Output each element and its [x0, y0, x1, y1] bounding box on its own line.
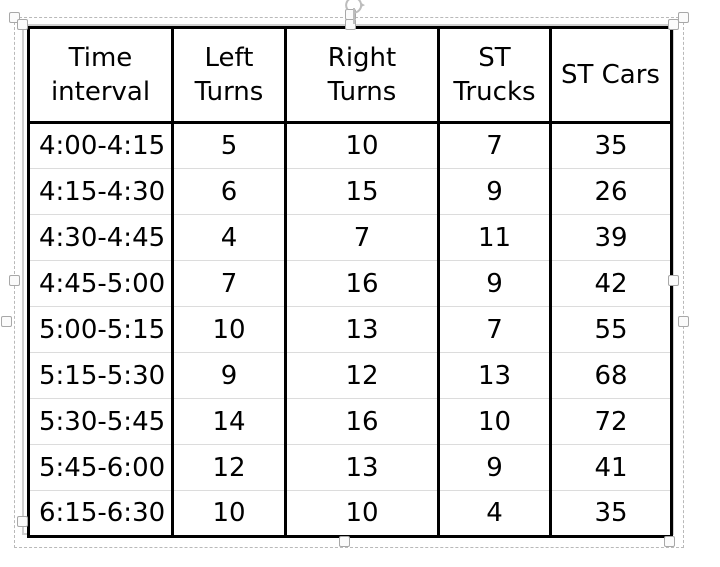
table-row: 4:15-4:30 6 15 9 26 [27, 168, 673, 215]
cell-right_turns[interactable]: 13 [285, 444, 440, 491]
cell-st_trucks[interactable]: 13 [438, 352, 552, 399]
table-row: 5:00-5:15 10 13 7 55 [27, 306, 673, 353]
cell-time_interval[interactable]: 5:45-6:00 [27, 444, 174, 491]
column-header-st-cars[interactable]: ST Cars [550, 26, 673, 124]
cell-left_turns[interactable]: 6 [172, 168, 287, 215]
cell-st_trucks[interactable]: 7 [438, 122, 552, 169]
table-body: 4:00-4:15 5 10 7 35 4:15-4:30 6 15 9 26 4:30-4:45 4… [27, 122, 673, 538]
cell-st_cars[interactable]: 26 [550, 168, 673, 215]
cell-right_turns[interactable]: 13 [285, 306, 440, 353]
cell-st_cars[interactable]: 68 [550, 352, 673, 399]
cell-time_interval[interactable]: 6:15-6:30 [27, 490, 174, 538]
table-row: 4:45-5:00 7 16 9 42 [27, 260, 673, 307]
cell-time_interval[interactable]: 4:45-5:00 [27, 260, 174, 307]
handle-table-middle-right[interactable] [668, 275, 679, 286]
column-header-right-turns[interactable]: Right Turns [285, 26, 440, 124]
cell-right_turns[interactable]: 7 [285, 214, 440, 261]
cell-st_trucks[interactable]: 11 [438, 214, 552, 261]
table-header-row: Time interval Left Turns Right Turns ST … [27, 26, 673, 124]
column-header-time-interval-line-1: Time [68, 42, 133, 73]
column-header-right-turns-line-1: Right [327, 42, 397, 73]
rotation-handle-stem [353, 8, 355, 24]
column-header-st-trucks-line-1: ST [478, 42, 511, 73]
handle-table-top-left[interactable] [17, 19, 28, 30]
slide-canvas[interactable]: Time interval Left Turns Right Turns ST … [0, 0, 720, 567]
cell-st_trucks[interactable]: 9 [438, 444, 552, 491]
traffic-count-table[interactable]: Time interval Left Turns Right Turns ST … [27, 26, 673, 538]
column-header-st-trucks-line-2: Trucks [453, 77, 536, 107]
column-header-st-cars-line-1: ST Cars [561, 59, 660, 90]
cell-left_turns[interactable]: 9 [172, 352, 287, 399]
cell-left_turns[interactable]: 5 [172, 122, 287, 169]
cell-right_turns[interactable]: 10 [285, 490, 440, 538]
table-row: 6:15-6:30 10 10 4 35 [27, 490, 673, 538]
cell-st_cars[interactable]: 42 [550, 260, 673, 307]
cell-time_interval[interactable]: 4:15-4:30 [27, 168, 174, 215]
cell-left_turns[interactable]: 4 [172, 214, 287, 261]
handle-table-bottom-left[interactable] [17, 516, 28, 527]
cell-right_turns[interactable]: 16 [285, 398, 440, 445]
cell-right_turns[interactable]: 16 [285, 260, 440, 307]
cell-st_cars[interactable]: 35 [550, 122, 673, 169]
table-row: 4:00-4:15 5 10 7 35 [27, 122, 673, 169]
cell-st_trucks[interactable]: 10 [438, 398, 552, 445]
cell-st_cars[interactable]: 39 [550, 214, 673, 261]
cell-st_trucks[interactable]: 9 [438, 260, 552, 307]
rotation-handle[interactable] [340, 0, 370, 26]
handle-table-bottom-center[interactable] [339, 536, 350, 547]
cell-time_interval[interactable]: 4:00-4:15 [27, 122, 174, 169]
cell-right_turns[interactable]: 15 [285, 168, 440, 215]
cell-time_interval[interactable]: 4:30-4:45 [27, 214, 174, 261]
cell-time_interval[interactable]: 5:30-5:45 [27, 398, 174, 445]
cell-time_interval[interactable]: 5:15-5:30 [27, 352, 174, 399]
table-row: 4:30-4:45 4 7 11 39 [27, 214, 673, 261]
cell-left_turns[interactable]: 12 [172, 444, 287, 491]
cell-st_cars[interactable]: 35 [550, 490, 673, 538]
column-header-time-interval[interactable]: Time interval [27, 26, 174, 124]
column-header-st-trucks[interactable]: ST Trucks [438, 26, 552, 124]
column-header-left-turns[interactable]: Left Turns [172, 26, 287, 124]
handle-table-bottom-right[interactable] [664, 536, 675, 547]
cell-st_trucks[interactable]: 7 [438, 306, 552, 353]
column-header-right-turns-line-2: Turns [327, 77, 397, 107]
handle-placeholder-middle-right[interactable] [678, 316, 689, 327]
table-row: 5:45-6:00 12 13 9 41 [27, 444, 673, 491]
cell-st_cars[interactable]: 41 [550, 444, 673, 491]
cell-left_turns[interactable]: 10 [172, 306, 287, 353]
column-header-time-interval-line-2: interval [50, 77, 151, 107]
cell-st_trucks[interactable]: 9 [438, 168, 552, 215]
table-row: 5:15-5:30 9 12 13 68 [27, 352, 673, 399]
handle-placeholder-top-right[interactable] [678, 12, 689, 23]
cell-right_turns[interactable]: 12 [285, 352, 440, 399]
cell-left_turns[interactable]: 14 [172, 398, 287, 445]
handle-placeholder-middle-left[interactable] [1, 316, 12, 327]
column-header-left-turns-line-2: Turns [194, 77, 264, 107]
cell-right_turns[interactable]: 10 [285, 122, 440, 169]
column-header-left-turns-line-1: Left [204, 42, 254, 73]
table-row: 5:30-5:45 14 16 10 72 [27, 398, 673, 445]
handle-table-middle-left[interactable] [9, 275, 20, 286]
cell-st_cars[interactable]: 72 [550, 398, 673, 445]
cell-left_turns[interactable]: 7 [172, 260, 287, 307]
cell-time_interval[interactable]: 5:00-5:15 [27, 306, 174, 353]
cell-st_trucks[interactable]: 4 [438, 490, 552, 538]
cell-left_turns[interactable]: 10 [172, 490, 287, 538]
cell-st_cars[interactable]: 55 [550, 306, 673, 353]
